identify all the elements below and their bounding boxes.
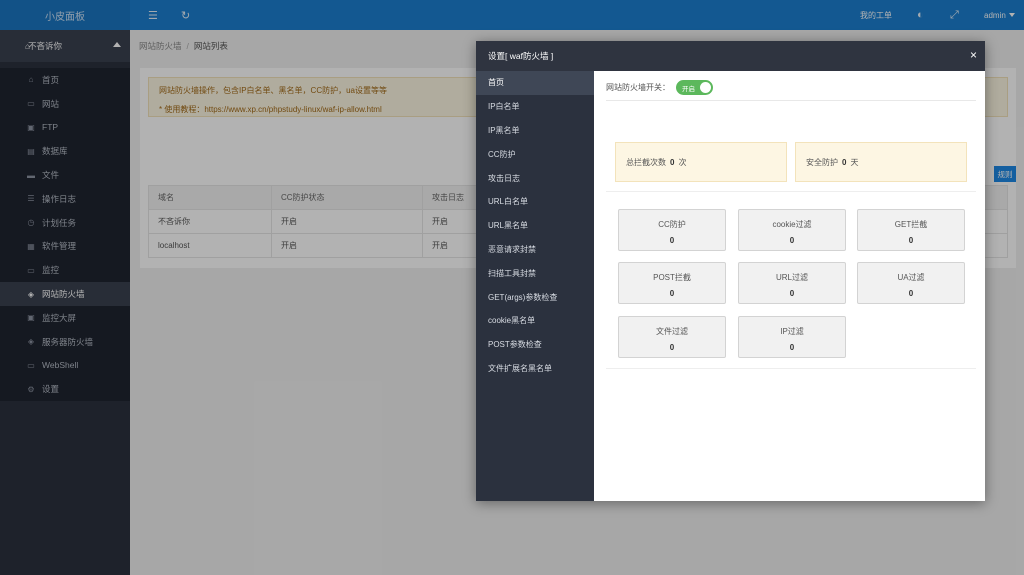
tab-cc-protection[interactable]: CC防护 bbox=[476, 142, 594, 166]
stat-unit: 次 bbox=[678, 157, 687, 167]
toggle-knob bbox=[700, 82, 711, 93]
waf-switch-label: 网站防火墙开关： bbox=[606, 83, 670, 92]
tab-malicious-request-ban[interactable]: 恶意请求封禁 bbox=[476, 238, 594, 262]
dialog-tab-list: 首页 IP白名单 IP黑名单 CC防护 攻击日志 URL白名单 URL黑名单 恶… bbox=[476, 71, 594, 501]
waf-switch-row: 网站防火墙开关： 开启 bbox=[606, 79, 976, 101]
filter-card-ua: UA过滤 0 bbox=[857, 262, 965, 304]
filter-card-cookie: cookie过滤 0 bbox=[738, 209, 846, 251]
filter-count: 0 bbox=[669, 343, 675, 352]
tab-url-whitelist[interactable]: URL白名单 bbox=[476, 190, 594, 214]
filter-label: POST拦截 bbox=[653, 273, 691, 282]
filter-card-post: POST拦截 0 bbox=[618, 262, 726, 304]
stat-label: 安全防护 bbox=[806, 157, 838, 167]
toggle-text: 开启 bbox=[682, 85, 695, 93]
filter-label: UA过滤 bbox=[897, 273, 925, 282]
waf-toggle-switch[interactable]: 开启 bbox=[676, 80, 713, 95]
total-block-stat: 总拦截次数 0 次 bbox=[615, 142, 787, 182]
tab-scanner-ban[interactable]: 扫描工具封禁 bbox=[476, 261, 594, 285]
filter-label: 文件过滤 bbox=[656, 327, 688, 336]
tab-file-extension-blacklist[interactable]: 文件扩展名黑名单 bbox=[476, 357, 594, 381]
filter-count: 0 bbox=[908, 289, 914, 298]
filter-label: URL过滤 bbox=[775, 273, 808, 282]
filter-card-cc: CC防护 0 bbox=[618, 209, 726, 251]
filter-count: 0 bbox=[789, 289, 795, 298]
divider bbox=[606, 368, 976, 369]
dialog-title: 设置[ waf防火墙 ] bbox=[488, 51, 554, 61]
filter-card-file: 文件过滤 0 bbox=[618, 316, 726, 358]
filter-count: 0 bbox=[908, 236, 914, 245]
filter-count: 0 bbox=[669, 236, 675, 245]
filter-card-url: URL过滤 0 bbox=[738, 262, 846, 304]
tab-ip-blacklist[interactable]: IP黑名单 bbox=[476, 119, 594, 143]
filter-card-get: GET拦截 0 bbox=[857, 209, 965, 251]
protection-days-stat: 安全防护 0 天 bbox=[795, 142, 967, 182]
stat-value: 0 bbox=[842, 157, 847, 167]
filter-label: GET拦截 bbox=[894, 220, 928, 229]
tab-home[interactable]: 首页 bbox=[476, 71, 594, 95]
divider bbox=[606, 191, 976, 192]
stat-label: 总拦截次数 bbox=[626, 157, 666, 167]
filter-label: IP过滤 bbox=[780, 327, 804, 336]
tab-post-args-check[interactable]: POST参数检查 bbox=[476, 333, 594, 357]
filter-count: 0 bbox=[789, 343, 795, 352]
filter-card-ip: IP过滤 0 bbox=[738, 316, 846, 358]
filter-label: cookie过滤 bbox=[772, 220, 812, 229]
filter-label: CC防护 bbox=[658, 220, 686, 229]
tab-attack-log[interactable]: 攻击日志 bbox=[476, 166, 594, 190]
tab-get-args-check[interactable]: GET(args)参数检查 bbox=[476, 285, 594, 309]
stat-value: 0 bbox=[670, 157, 675, 167]
dialog-header: 设置[ waf防火墙 ] × bbox=[476, 41, 985, 71]
dialog-content: 网站防火墙开关： 开启 总拦截次数 0 次 安全防护 0 天 CC防护 0 cookie过… bbox=[594, 71, 985, 501]
tab-ip-whitelist[interactable]: IP白名单 bbox=[476, 95, 594, 119]
filter-count: 0 bbox=[789, 236, 795, 245]
tab-cookie-blacklist[interactable]: cookie黑名单 bbox=[476, 309, 594, 333]
waf-settings-dialog: 设置[ waf防火墙 ] × 首页 IP白名单 IP黑名单 CC防护 攻击日志 … bbox=[476, 41, 985, 501]
close-icon[interactable]: × bbox=[970, 49, 977, 61]
stat-unit: 天 bbox=[850, 157, 859, 167]
tab-url-blacklist[interactable]: URL黑名单 bbox=[476, 214, 594, 238]
filter-count: 0 bbox=[669, 289, 675, 298]
